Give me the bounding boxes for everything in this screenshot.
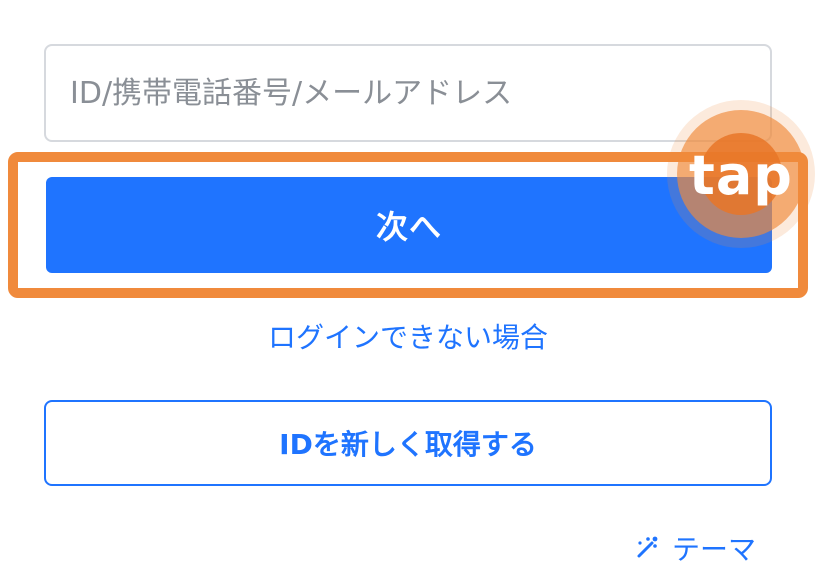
theme-link[interactable]: テーマ [630,528,756,568]
id-input[interactable] [44,44,772,142]
new-id-button[interactable]: IDを新しく取得する [44,400,772,486]
sparkle-wand-icon [630,531,664,565]
login-trouble-link[interactable]: ログインできない場合 [0,314,816,358]
theme-link-label: テーマ [672,533,757,566]
next-button[interactable]: 次へ [46,177,772,273]
tap-label: tap [689,143,793,207]
